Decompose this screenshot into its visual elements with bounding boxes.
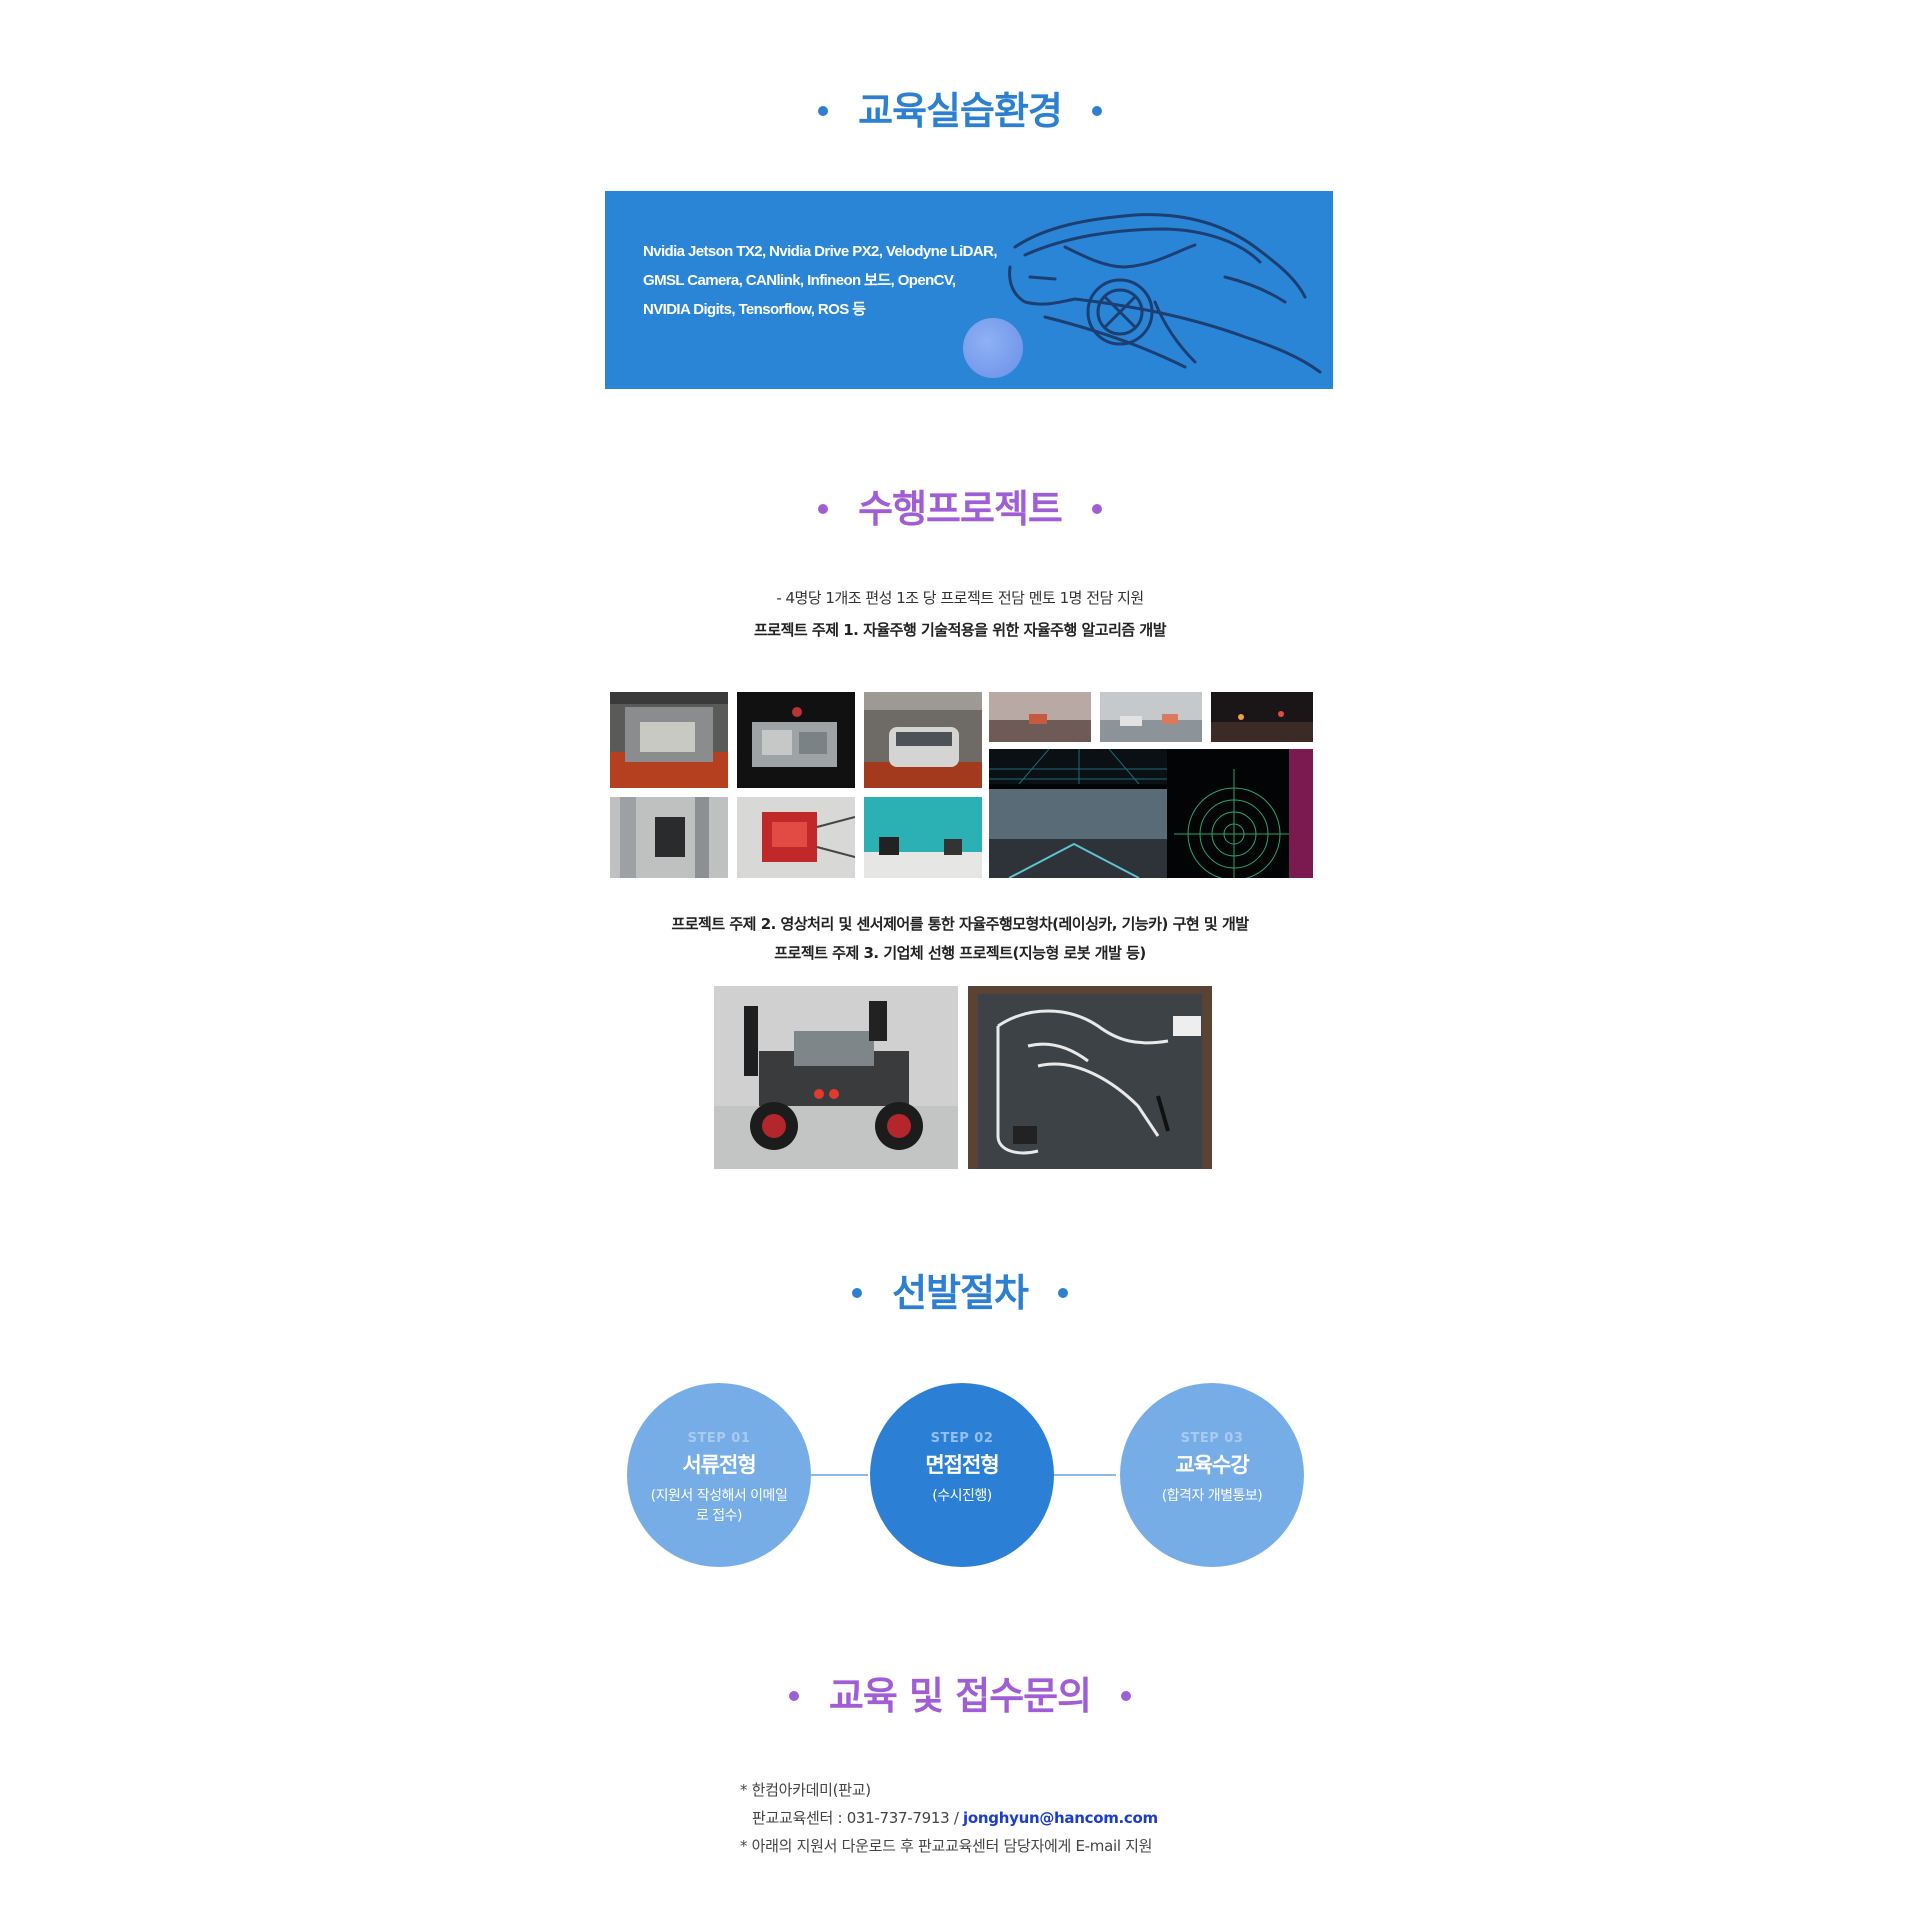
bullet-dot-icon <box>1091 105 1102 116</box>
bullet-dot-icon <box>1091 503 1102 514</box>
bullet-dot-icon <box>788 1690 799 1701</box>
project-photo-teal-lab <box>864 797 982 878</box>
step-name: 서류전형 <box>682 1453 756 1477</box>
step-name: 교육수강 <box>1175 1453 1249 1477</box>
step-01: STEP 01 서류전형 (지원서 작성해서 이메일로 접수) <box>627 1383 811 1567</box>
section-title-selection: 선발절차 <box>0 1262 1920 1317</box>
step-name: 면접전형 <box>925 1453 999 1477</box>
section-title-environment: 교육실습환경 <box>0 80 1920 135</box>
step-description: (합격자 개별통보) <box>1161 1488 1263 1504</box>
section-title-text: 교육실습환경 <box>858 89 1063 133</box>
project-photo-track-map <box>968 986 1212 1169</box>
project-photo-mount-bracket <box>610 797 728 878</box>
project-photo-red-controller <box>737 797 855 878</box>
banner-text: Nvidia Jetson TX2, Nvidia Drive PX2, Vel… <box>643 237 1063 324</box>
project-photo-road-cam-night <box>1211 692 1313 742</box>
bullet-dot-icon <box>818 105 829 116</box>
step-number: STEP 01 <box>687 1431 751 1446</box>
section-title-text: 선발절차 <box>892 1271 1029 1315</box>
contact-phone: 판교교육센터 : 031-737-7913 / <box>752 1809 964 1827</box>
step-description: (수시진행) <box>932 1488 992 1504</box>
step-02: STEP 02 면접전형 (수시진행) <box>870 1383 1054 1567</box>
bullet-dot-icon <box>818 503 829 514</box>
environment-banner: Nvidia Jetson TX2, Nvidia Drive PX2, Vel… <box>605 191 1333 389</box>
contact-email-link[interactable]: jonghyun@hancom.com <box>963 1809 1158 1827</box>
project-topic-3: 프로젝트 주제 3. 기업체 선행 프로젝트(지능형 로봇 개발 등) <box>774 944 1146 962</box>
step-connector <box>808 1474 868 1476</box>
contact-info: * 한컴아카데미(판교) 판교교육센터 : 031-737-7913 / jon… <box>740 1776 1158 1860</box>
banner-line: Nvidia Jetson TX2, Nvidia Drive PX2, Vel… <box>643 243 998 260</box>
step-description: (지원서 작성해서 이메일로 접수) <box>650 1488 788 1524</box>
projects-intro: - 4명당 1개조 편성 1조 당 프로젝트 전담 멘토 1명 전담 지원 <box>776 589 1144 607</box>
step-connector <box>1052 1474 1116 1476</box>
project-photo-suv-garage <box>864 692 982 788</box>
contact-org: * 한컴아카데미(판교) <box>740 1781 871 1799</box>
project-photo-lidar-visualization <box>989 749 1313 878</box>
step-number: STEP 02 <box>930 1431 994 1446</box>
section-title-projects: 수행프로젝트 <box>0 478 1920 533</box>
step-03: STEP 03 교육수강 (합격자 개별통보) <box>1120 1383 1304 1567</box>
bullet-dot-icon <box>852 1287 863 1298</box>
section-title-text: 교육 및 접수문의 <box>828 1674 1092 1718</box>
contact-note: * 아래의 지원서 다운로드 후 판교교육센터 담당자에게 E-mail 지원 <box>740 1837 1153 1855</box>
project-photo-rc-car <box>714 986 958 1169</box>
project-photo-car-trunk <box>610 692 728 788</box>
project-topic-1: 프로젝트 주제 1. 자율주행 기술적용을 위한 자율주행 알고리즘 개발 <box>753 621 1167 639</box>
section-title-contact: 교육 및 접수문의 <box>0 1665 1920 1720</box>
contact-phone-line: 판교교육센터 : 031-737-7913 / jonghyun@hancom.… <box>740 1804 1158 1832</box>
step-number: STEP 03 <box>1180 1431 1244 1446</box>
project-photo-road-cam-2 <box>1100 692 1202 742</box>
section-title-text: 수행프로젝트 <box>858 487 1063 531</box>
project-photo-hardware-rack <box>737 692 855 788</box>
bullet-dot-icon <box>1121 1690 1132 1701</box>
project-topic-2: 프로젝트 주제 2. 영상처리 및 센서제어를 통한 자율주행모형차(레이싱카,… <box>671 915 1249 933</box>
sports-car-sketch-icon <box>1008 213 1322 374</box>
bullet-dot-icon <box>1057 1287 1068 1298</box>
project-photo-road-cam-1 <box>989 692 1091 742</box>
banner-line: GMSL Camera, CANlink, Infineon 보드, OpenC… <box>643 272 956 289</box>
